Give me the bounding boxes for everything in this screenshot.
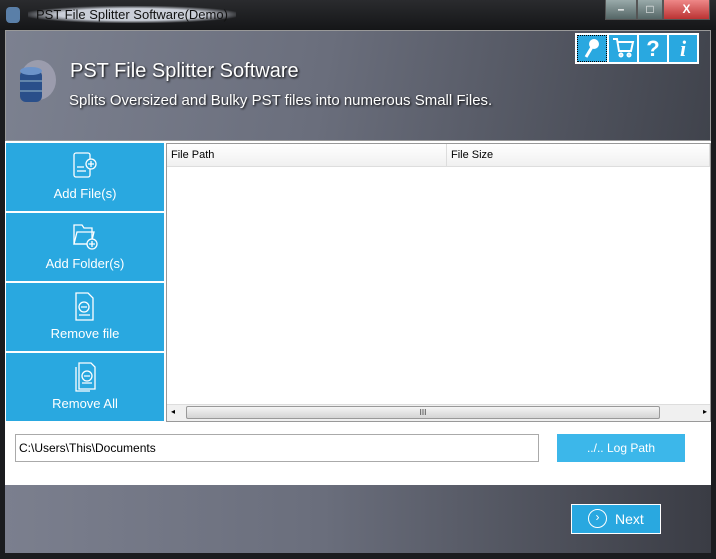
remove-file-button[interactable]: Remove file (6, 283, 164, 351)
remove-all-button[interactable]: Remove All (6, 353, 164, 421)
app-icon (6, 7, 20, 23)
log-path-input[interactable] (15, 434, 539, 462)
toolbar: ? i (575, 33, 699, 64)
app-title: PST File Splitter Software (70, 60, 299, 82)
column-header-file-size[interactable]: File Size (447, 144, 710, 167)
chevron-right-icon: › (588, 509, 607, 528)
remove-all-label: Remove All (52, 396, 118, 411)
add-files-button[interactable]: Add File(s) (6, 143, 164, 211)
close-button[interactable]: X (663, 0, 710, 20)
help-icon[interactable]: ? (639, 35, 667, 62)
maximize-button[interactable]: □ (637, 0, 663, 20)
key-icon[interactable] (577, 35, 607, 62)
database-logo-icon (20, 60, 56, 102)
add-folder-icon (73, 224, 98, 250)
next-button[interactable]: › Next (571, 504, 661, 534)
file-table[interactable]: File Path File Size ◂ III ▸ (166, 143, 711, 422)
minimize-button[interactable]: – (605, 0, 637, 20)
remove-file-icon (75, 292, 94, 321)
window-title: PST File Splitter Software(Demo) (28, 6, 236, 23)
info-icon[interactable]: i (669, 35, 697, 62)
scroll-left-arrow-icon[interactable]: ◂ (171, 407, 175, 416)
horizontal-scrollbar[interactable]: ◂ III ▸ (167, 404, 710, 421)
remove-file-label: Remove file (50, 326, 120, 341)
add-file-icon (73, 152, 97, 178)
add-folders-label: Add Folder(s) (45, 256, 125, 271)
scrollbar-thumb[interactable]: III (186, 406, 660, 419)
add-folders-button[interactable]: Add Folder(s) (6, 213, 164, 281)
cart-icon[interactable] (609, 35, 637, 62)
remove-all-icon (75, 362, 96, 392)
scroll-right-arrow-icon[interactable]: ▸ (703, 407, 707, 416)
column-header-file-path[interactable]: File Path (167, 144, 447, 167)
app-subtitle: Splits Oversized and Bulky PST files int… (69, 92, 493, 109)
next-label: Next (615, 511, 644, 527)
add-files-label: Add File(s) (53, 186, 117, 201)
log-path-button[interactable]: ../.. Log Path (557, 434, 685, 462)
